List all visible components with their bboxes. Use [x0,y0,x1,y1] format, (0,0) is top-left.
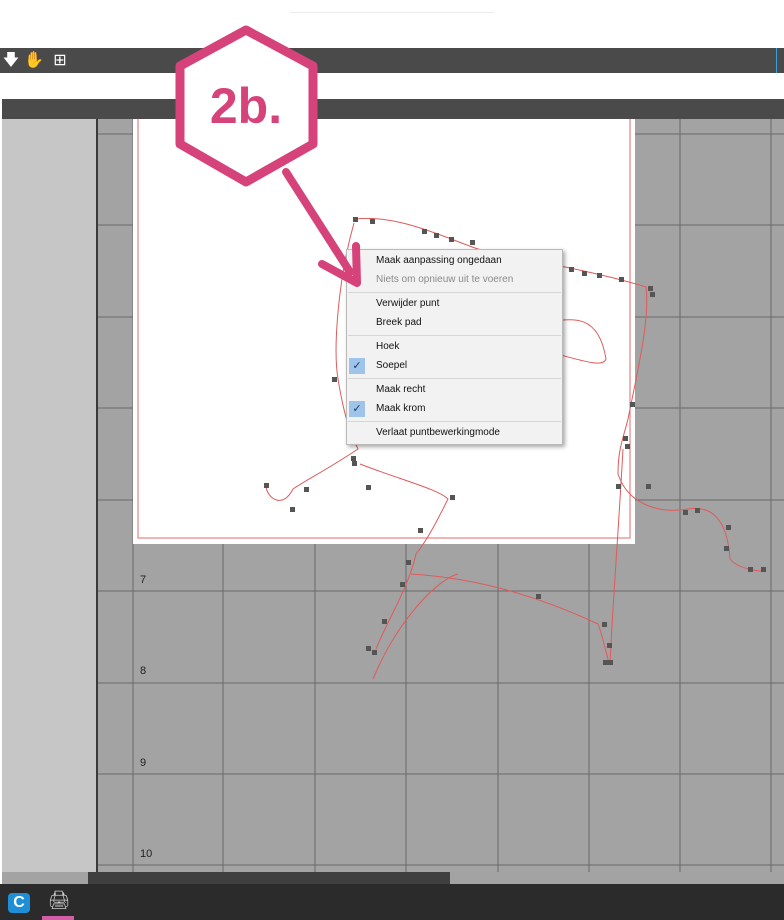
menu-item-label: Verlaat puntbewerkingmode [376,427,500,438]
move-down-icon[interactable]: 🡇 [1,50,21,70]
active-app-indicator [42,916,74,920]
step-badge-label: 2b. [209,78,283,134]
fit-page-icon[interactable]: ⊞ [50,50,70,70]
cut-path[interactable] [98,119,784,872]
menu-item-label: Maak krom [376,403,426,414]
scrollbar-thumb[interactable] [88,872,450,884]
menu-item-label: Breek pad [376,317,422,328]
c-app-icon[interactable]: C [8,893,30,913]
menu-separator [348,421,561,422]
menu-item-break-path[interactable]: Breek pad [347,314,562,332]
toolbar-edge [776,48,784,73]
menu-item-label: Maak recht [376,384,426,395]
cutting-workspace[interactable]: 7 8 9 10 [98,119,784,872]
menu-item-make-straight[interactable]: Maak recht [347,381,562,399]
toolbar: 🡇 ✋ ⊞ [0,48,784,73]
menu-item-make-curve[interactable]: ✓ Maak krom [347,400,562,418]
menu-item-smooth[interactable]: ✓ Soepel [347,357,562,375]
check-icon: ✓ [349,401,365,417]
check-icon: ✓ [349,358,365,374]
menu-item-undo[interactable]: Maak aanpassing ongedaan [347,252,562,270]
menu-item-delete-point[interactable]: Verwijder punt [347,295,562,313]
menu-item-label: Soepel [376,360,408,371]
taskbar [0,884,784,920]
context-menu: Maak aanpassing ongedaan Niets om opnieu… [346,249,563,445]
left-ruler-panel [2,119,97,872]
menu-separator [348,292,561,293]
menu-item-label: Niets om opnieuw uit te voeren [376,274,514,285]
menu-separator [348,378,561,379]
menu-separator [348,335,561,336]
printer-app-icon[interactable]: 🖨 [46,890,72,914]
title-hint-line [290,12,494,13]
canvas-header-bar [2,99,784,119]
menu-item-label: Maak aanpassing ongedaan [376,255,502,266]
menu-item-label: Hoek [376,341,400,352]
menu-item-exit-point-edit[interactable]: Verlaat puntbewerkingmode [347,424,562,442]
hand-pan-icon[interactable]: ✋ [24,50,44,70]
menu-item-corner[interactable]: Hoek [347,338,562,356]
menu-item-label: Verwijder punt [376,298,440,309]
menu-item-redo: Niets om opnieuw uit te voeren [347,271,562,289]
